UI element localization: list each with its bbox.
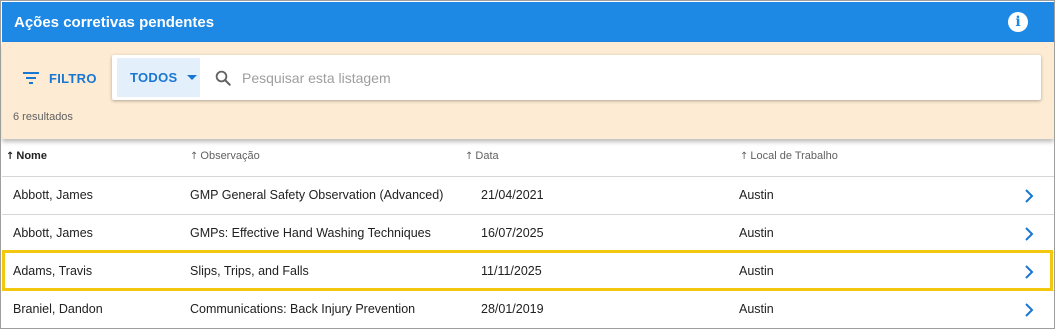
table-header: ↑ Nome ↑ Observação ↑ Data ↑ Local de Tr… [2,139,1054,177]
search-box: TODOS [112,55,1041,100]
column-header-label: Observação [200,150,260,162]
chevron-right-icon[interactable] [1024,265,1034,279]
column-header-label: Data [475,150,499,162]
page-title: Ações corretivas pendentes [14,13,215,31]
sort-arrow-icon: ↑ [740,150,749,162]
cell-location: Austin [739,302,774,316]
chevron-right-icon[interactable] [1024,227,1034,241]
chevron-right-icon[interactable] [1024,303,1034,317]
cell-observation: Communications: Back Injury Prevention [190,302,416,316]
table-row[interactable]: Braniel, Dandon Communications: Back Inj… [2,291,1054,328]
sort-arrow-icon: ↑ [6,150,15,162]
column-header-date[interactable]: ↑ Data [465,150,499,162]
cell-name: Abbott, James [13,188,93,202]
column-header-label: Local de Trabalho [750,150,838,162]
cell-date: 28/01/2019 [481,302,544,316]
filter-label: FILTRO [49,70,97,86]
column-header-observation[interactable]: ↑ Observação [190,150,260,162]
cell-observation: GMP General Safety Observation (Advanced… [190,188,444,202]
cell-location: Austin [739,264,774,278]
cell-date: 21/04/2021 [481,188,544,202]
cell-date: 11/11/2025 [481,264,542,278]
chevron-right-icon[interactable] [1024,189,1034,203]
table-row[interactable]: Adams, Travis Slips, Trips, and Falls 11… [2,253,1054,291]
scope-dropdown-label: TODOS [130,70,178,85]
cell-observation: GMPs: Effective Hand Washing Techniques [190,226,431,240]
results-table: ↑ Nome ↑ Observação ↑ Data ↑ Local de Tr… [2,139,1054,328]
cell-location: Austin [739,188,774,202]
table-row[interactable]: Abbott, James GMP General Safety Observa… [2,177,1054,215]
cell-observation: Slips, Trips, and Falls [190,264,309,278]
scope-dropdown[interactable]: TODOS [117,58,200,97]
sort-arrow-icon: ↑ [190,150,199,162]
filter-icon [22,71,40,85]
app-window: Ações corretivas pendentes i FILTRO TODO… [0,0,1055,329]
table-row[interactable]: Abbott, James GMPs: Effective Hand Washi… [2,215,1054,253]
results-count: 6 resultados [13,111,73,123]
header-bar: Ações corretivas pendentes i [2,2,1054,42]
cell-name: Abbott, James [13,226,93,240]
sort-arrow-icon: ↑ [465,150,474,162]
column-header-location[interactable]: ↑ Local de Trabalho [740,150,838,162]
search-input[interactable] [242,65,1022,91]
filter-area: FILTRO TODOS 6 resultados [2,42,1054,139]
search-icon [215,70,231,86]
info-icon[interactable]: i [1008,12,1028,32]
cell-name: Adams, Travis [13,264,93,278]
caret-down-icon [186,75,197,80]
column-header-name[interactable]: ↑ Nome [6,150,47,162]
filter-button[interactable]: FILTRO [22,67,97,89]
column-header-label: Nome [16,150,47,162]
cell-location: Austin [739,226,774,240]
cell-date: 16/07/2025 [481,226,544,240]
cell-name: Braniel, Dandon [13,302,103,316]
